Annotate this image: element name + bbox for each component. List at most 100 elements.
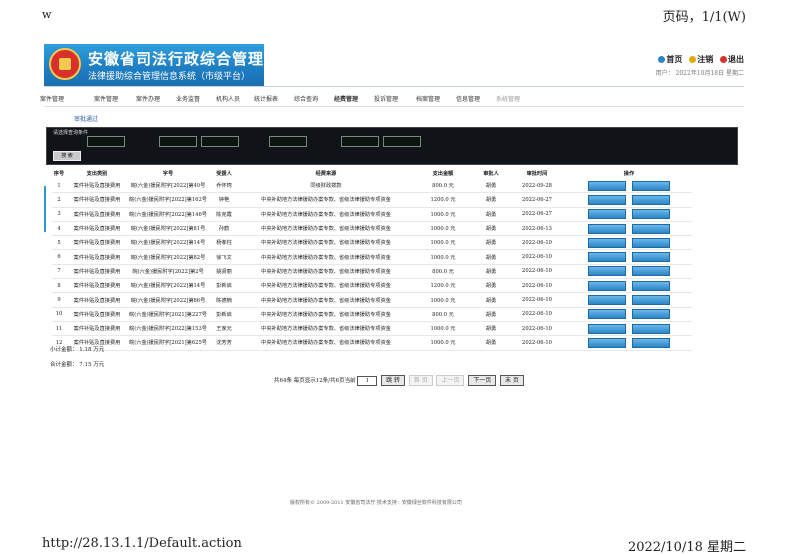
aided-person: 孙鹤	[218, 226, 230, 233]
view-button[interactable]	[588, 309, 626, 320]
approver: 胡勇	[485, 283, 497, 290]
approval-date: 2022-06-10	[522, 297, 552, 304]
view-button[interactable]	[588, 180, 626, 191]
exit-icon	[720, 56, 727, 63]
approval-date: 2022-06-10	[522, 339, 552, 346]
criteria-input[interactable]	[269, 136, 307, 147]
edit-button[interactable]	[632, 252, 670, 263]
criteria-input[interactable]	[201, 136, 239, 147]
view-button[interactable]	[588, 266, 626, 277]
table-header-row: 序号 支出类别 字号 受援人 经费来源 支出金额 审批人 审批时间 操作	[52, 168, 692, 179]
fund-source: 中央补助地方法律援助办案专款、省级法律援助专项资金	[261, 283, 391, 290]
nav-item[interactable]: 统计报表	[254, 94, 278, 103]
expense-amount: 1000.0 元	[430, 240, 456, 247]
approval-date: 2022-06-10	[522, 254, 552, 261]
case-number: 皖(六金)援民附字[2022]第86号	[130, 297, 206, 304]
edit-button[interactable]	[632, 295, 670, 306]
expense-amount: 1000.0 元	[430, 211, 456, 218]
expense-category: 案件补贴及直接费用	[73, 268, 121, 275]
row-index: 10	[55, 311, 63, 318]
table-row: 4 案件补贴及直接费用 皖(六金)援民附字[2022]第81号 孙鹤 中央补助地方法律援…	[52, 221, 692, 236]
aided-person: 陈德楠	[216, 297, 232, 304]
page-input[interactable]: 1	[357, 375, 378, 386]
search-button[interactable]: 搜 索	[53, 151, 81, 161]
edit-button[interactable]	[632, 280, 670, 291]
view-button[interactable]	[588, 323, 626, 334]
table-row: 8 案件补贴及直接费用 皖(六金)援民附字[2022]第14号 彭新启 中央补助地方法律…	[52, 279, 692, 293]
case-number: 皖(六金)援民附字[2022]第81号	[130, 226, 206, 233]
total-amount: 合计金额： 7.15 万元	[50, 362, 105, 368]
edit-button[interactable]	[632, 309, 670, 320]
print-date: 2022/10/18 星期二	[627, 540, 746, 555]
table-row: 1 案件补贴及直接费用 皖(六金)援民附字[2022]第40号 乔怀珂 同级财政拨款 80…	[52, 179, 692, 193]
prev-page-button[interactable]: 上一页	[436, 375, 465, 386]
edit-button[interactable]	[632, 180, 670, 191]
expense-amount: 1000.0 元	[430, 340, 456, 347]
aided-person: 徐飞文	[216, 254, 232, 261]
edit-button[interactable]	[632, 337, 670, 348]
view-button[interactable]	[588, 237, 626, 248]
view-button[interactable]	[588, 280, 626, 291]
table-row: 10 案件补贴及直接费用 皖(六金)援民附字[2021]第227号 彭新启 中央补助地方…	[52, 307, 692, 322]
aided-person: 姚贤丽	[216, 268, 232, 275]
nav-item[interactable]: 机构人员	[216, 94, 240, 103]
nav-divider	[44, 106, 744, 107]
expense-category: 案件补贴及直接费用	[73, 311, 121, 318]
row-index: 11	[55, 325, 63, 332]
view-button[interactable]	[588, 194, 626, 205]
expense-category: 案件补贴及直接费用	[73, 240, 121, 247]
view-button[interactable]	[588, 252, 626, 263]
logout-link[interactable]: 注销	[689, 55, 713, 64]
col-header: 经费来源	[315, 171, 337, 177]
last-page-button[interactable]: 末 页	[499, 375, 524, 386]
col-header: 操作	[623, 171, 635, 177]
nav-item[interactable]: 系统管理	[496, 94, 520, 103]
edit-button[interactable]	[632, 223, 670, 234]
next-page-button[interactable]: 下一页	[468, 375, 497, 386]
nav-item[interactable]: 案件管理	[40, 94, 64, 103]
criteria-input[interactable]	[341, 136, 379, 147]
jump-button[interactable]: 跳 转	[381, 375, 406, 386]
user-info: 用户： 2022年10月18日 星期二	[655, 70, 744, 77]
tab-approved[interactable]: 审批通过	[74, 114, 98, 123]
view-button[interactable]	[588, 337, 626, 348]
nav-item[interactable]: 档案管理	[416, 94, 440, 103]
aided-person: 钟艳	[218, 197, 230, 204]
edit-button[interactable]	[632, 209, 670, 220]
view-button[interactable]	[588, 223, 626, 234]
expense-category: 案件补贴及直接费用	[73, 226, 121, 233]
expense-amount: 1000.0 元	[430, 226, 456, 233]
aided-person: 彭新启	[216, 283, 232, 290]
exit-link[interactable]: 退出	[720, 55, 744, 64]
approver: 胡勇	[485, 226, 497, 233]
view-button[interactable]	[588, 209, 626, 220]
approval-date: 2022-06-10	[522, 282, 552, 289]
nav-item-active[interactable]: 经费管理	[334, 94, 358, 103]
edit-button[interactable]	[632, 237, 670, 248]
nav-item[interactable]: 业务监督	[176, 94, 200, 103]
expense-category: 案件补贴及直接费用	[73, 254, 121, 261]
criteria-input[interactable]	[159, 136, 197, 147]
edit-button[interactable]	[632, 194, 670, 205]
row-index: 2	[57, 196, 61, 203]
print-left-mark: w	[42, 8, 52, 21]
approval-date: 2022-06-10	[522, 268, 552, 275]
nav-item[interactable]: 信息管理	[456, 94, 480, 103]
nav-item[interactable]: 案件管理	[94, 94, 118, 103]
edit-button[interactable]	[632, 323, 670, 334]
approver: 胡勇	[485, 268, 497, 275]
criteria-input[interactable]	[87, 136, 125, 147]
expense-category: 案件补贴及直接费用	[73, 183, 121, 190]
nav-item[interactable]: 投诉管理	[374, 94, 398, 103]
expense-amount: 1200.0 元	[430, 283, 456, 290]
criteria-input[interactable]	[383, 136, 421, 147]
expense-amount: 1000.0 元	[430, 297, 456, 304]
nav-item[interactable]: 案件办理	[136, 94, 160, 103]
home-link[interactable]: 首页	[658, 55, 682, 64]
table-row: 3 案件补贴及直接费用 皖(六金)援民附字[2022]第146号 陈克霞 中央补助地方法…	[52, 207, 692, 222]
nav-item[interactable]: 综合查询	[294, 94, 318, 103]
edit-button[interactable]	[632, 266, 670, 277]
row-index: 3	[57, 211, 61, 218]
view-button[interactable]	[588, 295, 626, 306]
first-page-button[interactable]: 首 页	[408, 375, 433, 386]
